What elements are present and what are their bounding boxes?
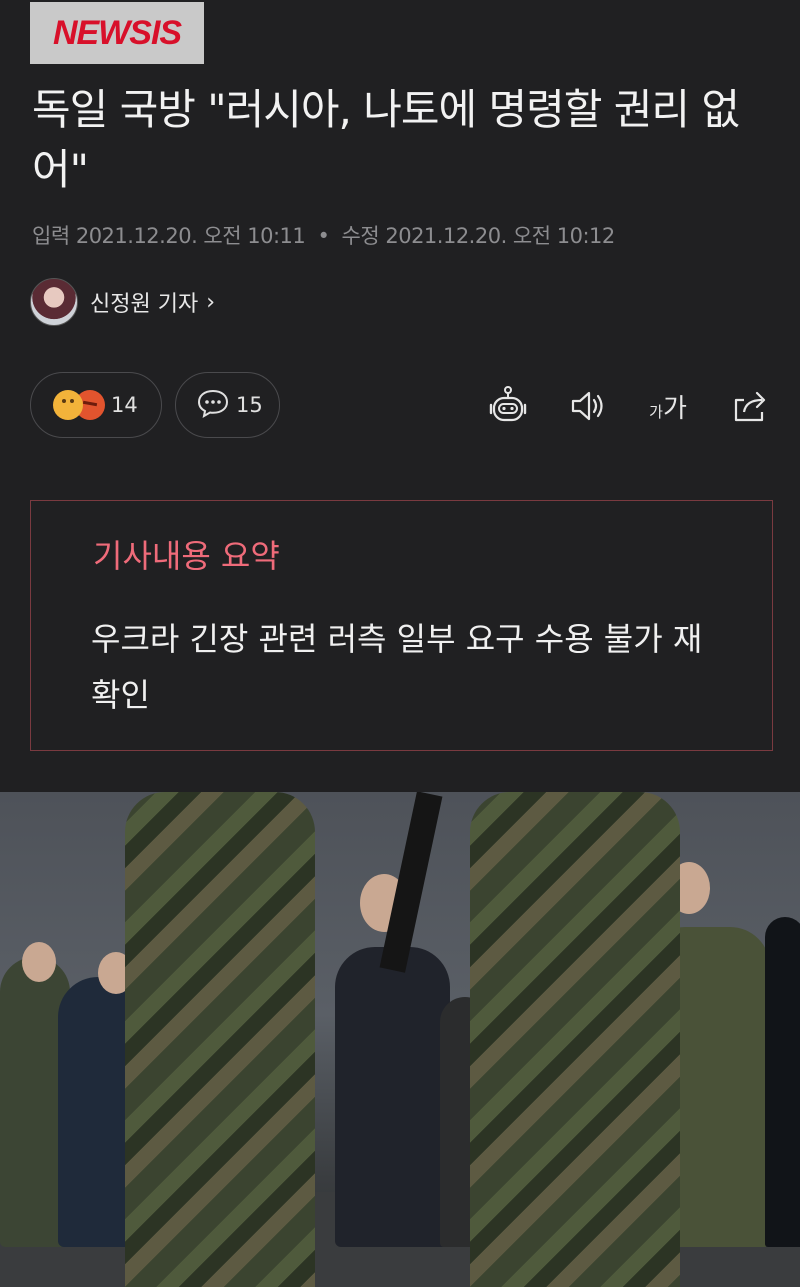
photo-soldier-leg [470, 792, 680, 1287]
smile-emoji-icon [53, 390, 83, 420]
published-label: 입력 [32, 224, 70, 248]
photo-soldier-leg [125, 792, 315, 1287]
font-size-icon: 가가 [649, 393, 687, 424]
published-date: 2021.12.20. 오전 10:11 [75, 224, 306, 248]
photo-minister [335, 947, 450, 1247]
author-link[interactable]: 신정원 기자 › [30, 278, 215, 326]
speaker-icon [571, 391, 603, 421]
article-summary-box: 기사내용 요약 우크라 긴장 관련 러측 일부 요구 수용 불가 재확인 [30, 500, 773, 751]
article-dates: 입력 2021.12.20. 오전 10:11 • 수정 2021.12.20.… [32, 220, 615, 250]
logo-text: NEWSIS [52, 13, 182, 52]
read-aloud-bot-button[interactable] [486, 385, 530, 427]
photo-civilian [765, 917, 800, 1247]
newsis-logo[interactable]: NEWSIS [30, 2, 204, 64]
summary-body: 우크라 긴장 관련 러측 일부 요구 수용 불가 재확인 [91, 620, 703, 714]
share-button[interactable] [728, 385, 772, 427]
author-name: 신정원 기자 [90, 292, 199, 317]
bot-icon [489, 386, 527, 422]
chevron-right-icon: › [206, 289, 216, 315]
article-headline: 독일 국방 "러시아, 나토에 명령할 권리 없어" [32, 85, 740, 194]
modified-date: 2021.12.20. 오전 10:12 [385, 224, 615, 248]
reaction-count: 14 [111, 393, 138, 417]
comment-icon [196, 388, 230, 422]
article-photo[interactable] [0, 792, 800, 1287]
speaker-button[interactable] [566, 385, 610, 427]
date-separator: • [317, 224, 330, 248]
share-icon [734, 391, 766, 422]
summary-title: 기사내용 요약 [93, 537, 280, 575]
photo-head [22, 942, 56, 982]
comment-count: 15 [236, 393, 263, 417]
comment-button[interactable]: 15 [175, 372, 280, 438]
font-size-button[interactable]: 가가 [644, 385, 692, 427]
reaction-button[interactable]: 14 [30, 372, 162, 438]
avatar [30, 278, 78, 326]
modified-label: 수정 [341, 224, 380, 248]
